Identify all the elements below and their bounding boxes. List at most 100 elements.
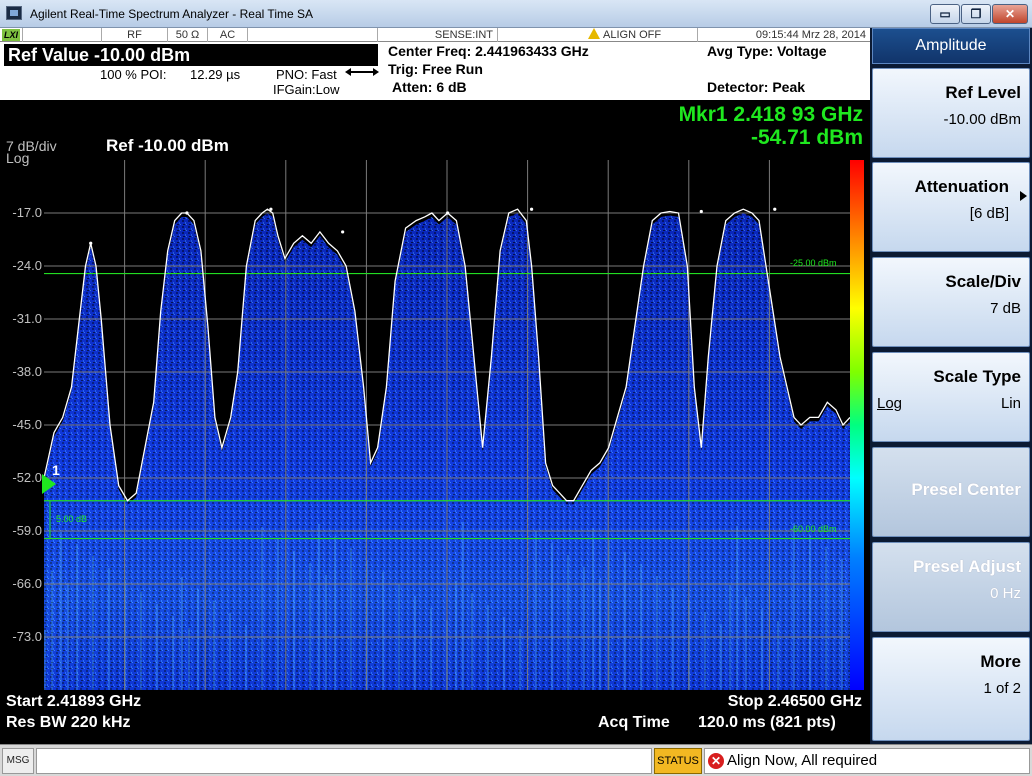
center-freq: Center Freq: 2.441963433 GHz: [388, 43, 589, 59]
softkey-label: Presel Center: [911, 480, 1021, 499]
lxi-badge: LXI: [2, 29, 20, 41]
warning-icon: [588, 28, 600, 39]
density-streak: [309, 563, 311, 690]
density-streak: [455, 581, 457, 690]
sense-status: SENSE:INT: [378, 28, 498, 42]
softkey-presel-adjust[interactable]: Presel Adjust 0 Hz: [872, 542, 1030, 632]
density-streak: [92, 556, 94, 690]
softkey-scale-div[interactable]: Scale/Div 7 dB: [872, 257, 1030, 347]
spacer-cell: [22, 28, 102, 42]
density-streak: [318, 524, 320, 690]
density-streak: [809, 535, 811, 690]
density-streak: [334, 536, 336, 690]
rf-input: RF: [102, 28, 168, 42]
status-button[interactable]: STATUS: [654, 748, 702, 774]
y-tick-label: -24.0: [12, 258, 42, 273]
softkey-attenuation[interactable]: Attenuation [6 dB]: [872, 162, 1030, 252]
poi-value: 12.29 µs: [190, 67, 241, 82]
minimize-button[interactable]: ▭: [930, 4, 960, 24]
start-frequency: Start 2.41893 GHz: [6, 693, 142, 710]
y-tick-label: -17.0: [12, 205, 42, 220]
acq-time-label: Acq Time: [598, 714, 670, 731]
softkey-scale-type[interactable]: Scale Type Log Lin: [872, 352, 1030, 442]
error-icon: ✕: [708, 753, 724, 769]
density-streak: [156, 604, 158, 690]
submenu-arrow-icon: [1020, 191, 1027, 201]
y-tick-label: -38.0: [12, 364, 42, 379]
align-status: ALIGN OFF: [498, 28, 698, 42]
density-streak: [761, 609, 763, 690]
maximize-button[interactable]: ❐: [961, 4, 991, 24]
density-streak: [213, 601, 215, 690]
density-streak: [414, 596, 416, 690]
softkey-option-log: Log: [877, 395, 903, 412]
density-streak: [841, 559, 843, 690]
density-streak: [197, 589, 199, 690]
density-streak: [462, 522, 464, 690]
avg-type: Avg Type: Voltage: [707, 43, 827, 59]
softkey-presel-center[interactable]: Presel Center: [872, 447, 1030, 537]
density-streak: [745, 597, 747, 690]
title-bar: Agilent Real-Time Spectrum Analyzer - Re…: [0, 0, 1032, 28]
softkey-more[interactable]: More 1 of 2: [872, 637, 1030, 741]
density-streak: [825, 547, 827, 690]
impedance: 50 Ω: [168, 28, 208, 42]
peak-point: [773, 207, 777, 211]
density-streak: [172, 616, 174, 690]
density-streak: [519, 629, 521, 690]
close-button[interactable]: ✕: [992, 4, 1028, 24]
density-streak: [430, 608, 432, 690]
density-streak: [108, 568, 110, 690]
poi-label: 100 % POI:: [100, 67, 167, 82]
density-streak: [704, 612, 706, 690]
density-streak: [535, 531, 537, 690]
y-tick-label: -59.0: [12, 523, 42, 538]
spectrum-plot[interactable]: [44, 160, 850, 690]
softkey-value: 7 dB: [990, 300, 1021, 317]
softkey-value: -10.00 dBm: [943, 111, 1021, 128]
ref-value-display[interactable]: Ref Value -10.00 dBm: [4, 44, 378, 66]
density-streak: [551, 543, 553, 690]
softkey-ref-level[interactable]: Ref Level -10.00 dBm: [872, 68, 1030, 158]
density-streak: [656, 576, 658, 690]
marker-amplitude: -54.71 dBm: [750, 126, 863, 149]
softkey-menu-title: Amplitude: [872, 28, 1030, 64]
attenuation: Atten: 6 dB: [392, 79, 467, 95]
window-title: Agilent Real-Time Spectrum Analyzer - Re…: [30, 7, 313, 21]
softkey-label: Attenuation: [914, 177, 1009, 196]
density-streak: [777, 621, 779, 690]
density-streak: [640, 564, 642, 690]
message-field: [36, 748, 652, 774]
datetime: 09:15:44 Mrz 28, 2014: [755, 29, 866, 41]
scale-type-label: Log: [6, 150, 30, 166]
message-bar: MSG STATUS ✕ Align Now, All required: [0, 744, 1032, 776]
density-streak: [592, 528, 594, 690]
density-streak: [181, 577, 183, 690]
density-streak: [350, 548, 352, 690]
spacer-cell-2: [248, 28, 378, 42]
softkey-label: Presel Adjust: [912, 557, 1021, 576]
density-streak: [76, 544, 78, 690]
density-streak: [229, 613, 231, 690]
upper-line-label: -25.00 dBm: [790, 258, 837, 268]
softkey-value: [6 dB]: [969, 205, 1009, 222]
softkey-label: Scale/Div: [945, 272, 1021, 291]
alert-message[interactable]: ✕ Align Now, All required: [704, 748, 1030, 774]
y-tick-label: -31.0: [12, 311, 42, 326]
coupling: AC: [208, 28, 248, 42]
detector: Detector: Peak: [707, 79, 806, 95]
density-streak: [720, 624, 722, 690]
density-streak: [245, 625, 247, 690]
trigger: Trig: Free Run: [388, 61, 483, 77]
y-tick-label: -52.0: [12, 470, 42, 485]
pno-setting: PNO: Fast: [276, 67, 337, 82]
density-colorbar: [850, 160, 864, 690]
density-streak: [599, 579, 601, 690]
ifgain-setting: IFGain:Low: [273, 82, 340, 97]
density-streak: [583, 567, 585, 690]
y-tick-label: -45.0: [12, 417, 42, 432]
softkey-label: Ref Level: [945, 83, 1021, 102]
density-streak: [471, 593, 473, 690]
app-icon[interactable]: [6, 6, 22, 20]
peak-point: [699, 209, 703, 214]
